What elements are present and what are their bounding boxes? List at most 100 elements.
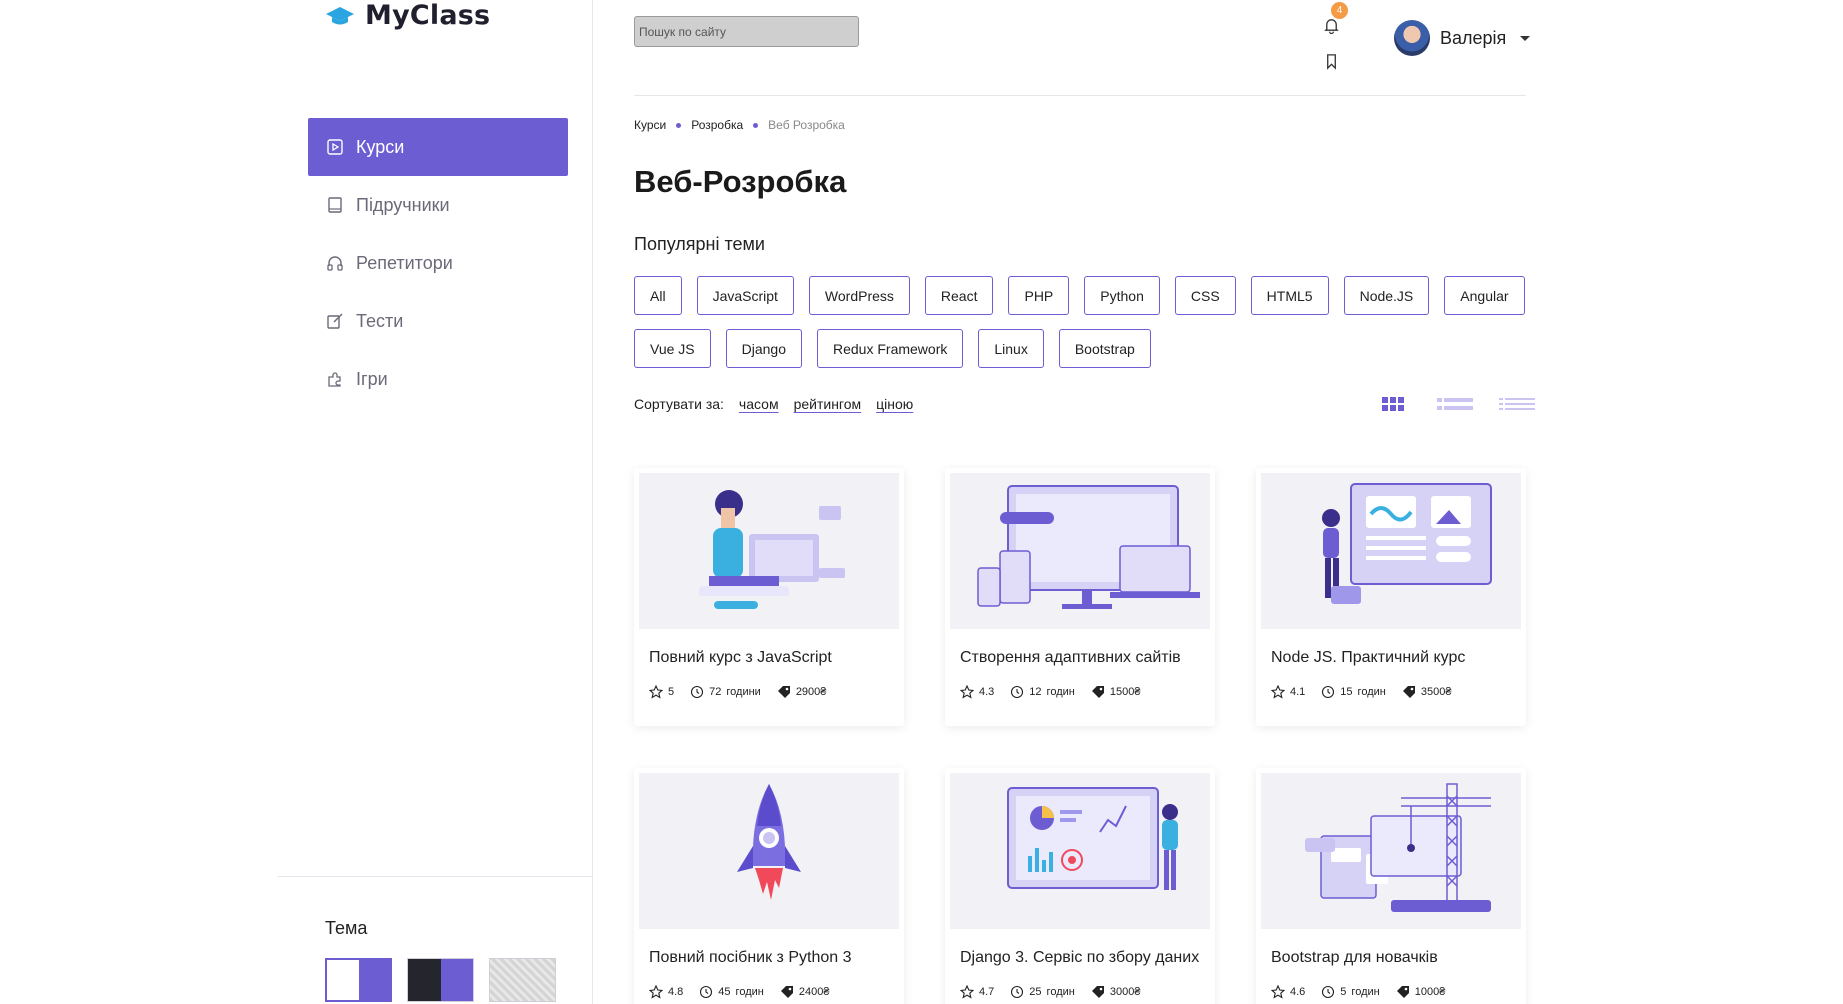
breadcrumb-separator — [753, 122, 759, 128]
theme-swatch-dark[interactable] — [407, 958, 474, 1002]
bell-icon — [1323, 18, 1339, 34]
sort-by-rating[interactable]: рейтингом — [794, 396, 862, 412]
theme-swatch-texture[interactable] — [489, 958, 556, 1002]
developer-illustration — [699, 490, 845, 609]
course-meta: 4.6 5 годин 1000₴ — [1271, 985, 1521, 999]
clock-icon — [700, 985, 713, 999]
course-card[interactable]: Повний курс з JavaScript 5 72 години 290… — [634, 468, 904, 726]
data-analytics-illustration — [1007, 787, 1178, 890]
rocket-illustration — [737, 784, 801, 900]
course-rating: 4.1 — [1271, 685, 1305, 699]
star-icon — [649, 685, 663, 699]
headphones-icon — [327, 256, 343, 271]
sort-by-time[interactable]: часом — [739, 396, 779, 412]
notifications-button[interactable]: 4 — [1314, 2, 1348, 42]
course-card[interactable]: Створення адаптивних сайтів 4.3 12 годин… — [945, 468, 1215, 726]
theme-title: Тема — [325, 918, 368, 938]
course-duration: 72 години — [690, 685, 761, 699]
book-icon — [328, 197, 342, 213]
app-root: MyClass Курси Підручники Репетитори Тест… — [0, 0, 1843, 1004]
clock-icon — [1011, 985, 1024, 999]
topic-tag[interactable]: Python — [1084, 276, 1160, 315]
clock-icon — [1322, 985, 1335, 999]
course-title: Node JS. Практичний курс — [1271, 649, 1466, 666]
sort-by-price[interactable]: ціною — [876, 396, 913, 412]
topic-tags: All JavaScript WordPress React PHP Pytho… — [634, 276, 1526, 368]
play-square-icon — [327, 139, 343, 155]
sidebar-item-tests[interactable]: Тести — [308, 292, 568, 350]
theme-swatch-light[interactable] — [325, 958, 392, 1002]
topic-tag[interactable]: Bootstrap — [1058, 329, 1151, 368]
breadcrumb-current: Веб Розробка — [768, 118, 845, 132]
course-illustration — [639, 773, 899, 929]
web-designer-illustration — [1322, 483, 1492, 604]
topic-tag[interactable]: All — [634, 276, 682, 315]
responsive-devices-illustration — [977, 485, 1200, 609]
course-price: 3500₴ — [1402, 685, 1451, 699]
breadcrumb-item[interactable]: Курси — [634, 118, 666, 132]
topic-tag[interactable]: React — [924, 276, 994, 315]
graduation-cap-icon — [326, 6, 354, 24]
price-tag-icon — [1396, 986, 1409, 998]
grid-view-button[interactable] — [1374, 394, 1412, 414]
course-price: 2400₴ — [780, 985, 829, 999]
course-meta: 4.1 15 годин 3500₴ — [1271, 685, 1521, 699]
topic-tag[interactable]: Angular — [1444, 276, 1525, 315]
course-duration: 15 годин — [1321, 685, 1386, 699]
bookmark-icon — [1326, 53, 1336, 70]
topic-tag[interactable]: JavaScript — [696, 276, 794, 315]
user-name: Валерія — [1440, 27, 1507, 48]
topic-tag[interactable]: Redux Framework — [817, 329, 964, 368]
topic-tag[interactable]: Vue JS — [634, 329, 711, 368]
sort-bar: Сортувати за: часом рейтингом ціною — [634, 396, 913, 412]
star-icon — [960, 685, 974, 699]
star-icon — [1271, 685, 1285, 699]
topic-tag[interactable]: HTML5 — [1250, 276, 1329, 315]
search-input[interactable] — [634, 16, 859, 47]
sidebar-nav: Курси Підручники Репетитори Тести Ігри — [308, 118, 568, 408]
course-rating: 4.8 — [649, 985, 683, 999]
compact-list-view-button[interactable] — [1498, 394, 1536, 414]
sidebar-item-tutors[interactable]: Репетитори — [308, 234, 568, 292]
list-icon — [1437, 398, 1473, 410]
brand-name: MyClass — [365, 0, 491, 31]
course-illustration — [639, 473, 899, 629]
logo[interactable]: MyClass — [325, 0, 490, 31]
topic-tag[interactable]: Django — [725, 329, 802, 368]
sort-label: Сортувати за: — [634, 396, 724, 412]
course-rating: 4.3 — [960, 685, 994, 699]
sidebar-item-label: Тести — [356, 310, 404, 331]
star-icon — [1271, 985, 1285, 999]
view-switcher — [1374, 394, 1536, 414]
sidebar: MyClass Курси Підручники Репетитори Тест… — [278, 0, 593, 1004]
breadcrumb-item[interactable]: Розробка — [691, 118, 743, 132]
course-card[interactable]: Bootstrap для новачків 4.6 5 годин 1000₴ — [1256, 768, 1526, 1004]
user-menu[interactable]: Валерія — [1394, 20, 1531, 56]
bookmarks-button[interactable] — [1314, 44, 1348, 78]
course-card[interactable]: Повний посібник з Python 3 4.8 45 годин … — [634, 768, 904, 1004]
clock-icon — [1011, 685, 1024, 699]
course-grid: Повний курс з JavaScript 5 72 години 290… — [634, 468, 1526, 1004]
course-card[interactable]: Django 3. Сервіс по збору даних 4.7 25 г… — [945, 768, 1215, 1004]
header-icons: 4 — [1314, 2, 1348, 78]
star-icon — [960, 985, 974, 999]
course-title: Bootstrap для новачків — [1271, 949, 1438, 966]
sidebar-item-games[interactable]: Ігри — [308, 350, 568, 408]
grid-icon — [1382, 397, 1404, 411]
course-meta: 5 72 години 2900₴ — [649, 685, 899, 699]
topic-tag[interactable]: Node.JS — [1343, 276, 1430, 315]
sidebar-item-courses[interactable]: Курси — [308, 118, 568, 176]
course-card[interactable]: Node JS. Практичний курс 4.1 15 годин 35… — [1256, 468, 1526, 726]
topics-title: Популярні теми — [634, 234, 765, 254]
course-rating: 5 — [649, 685, 674, 699]
topic-tag[interactable]: WordPress — [808, 276, 910, 315]
topic-tag[interactable]: PHP — [1008, 276, 1070, 315]
breadcrumb: Курси Розробка Веб Розробка — [634, 118, 845, 132]
sidebar-item-textbooks[interactable]: Підручники — [308, 176, 568, 234]
topic-tag[interactable]: Linux — [978, 329, 1044, 368]
course-meta: 4.7 25 годин 3000₴ — [960, 985, 1210, 999]
topic-tag[interactable]: CSS — [1174, 276, 1236, 315]
list-view-button[interactable] — [1436, 394, 1474, 414]
price-tag-icon — [777, 686, 790, 698]
price-tag-icon — [780, 986, 793, 998]
